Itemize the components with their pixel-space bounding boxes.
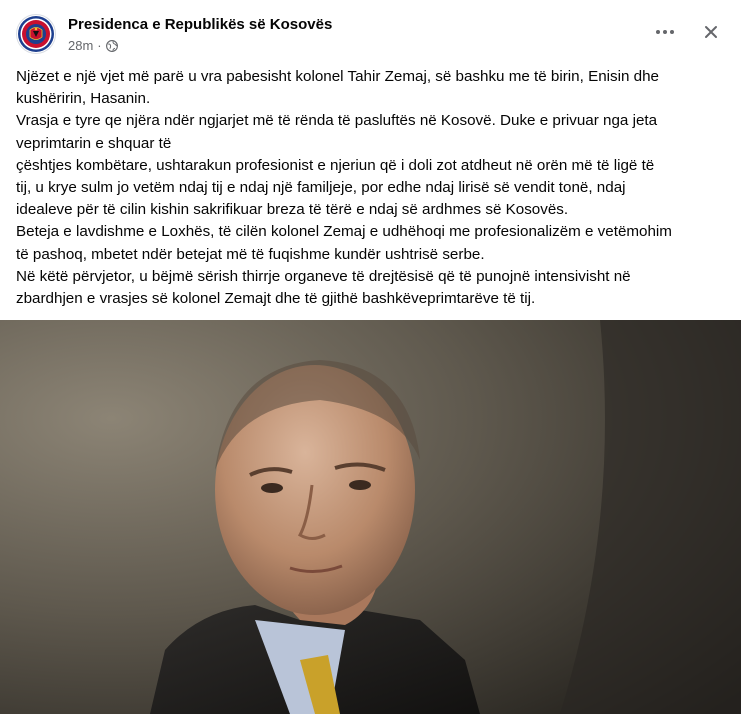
post-text-line: kushëririn, Hasanin. (16, 90, 151, 108)
more-horizontal-icon (656, 30, 674, 34)
post-photo[interactable] (0, 320, 741, 714)
close-icon (705, 26, 717, 38)
post-text-line: zbardhjen e vrasjes së kolonel Zemajt dh… (16, 290, 536, 308)
post-text-line: Beteja e lavdishme e Loxhës, të cilën ko… (16, 223, 672, 241)
post-text-line: Njëzet e një vjet më parë u vra pabesish… (16, 68, 659, 85)
post-text-line: veprimtarin e shquar të (16, 134, 172, 152)
globe-icon[interactable] (105, 39, 118, 52)
meta-separator: · (97, 38, 102, 53)
close-button[interactable] (701, 22, 721, 42)
post-header: Presidenca e Republikës së Kosovës 28m · (0, 0, 741, 62)
page-name[interactable]: Presidenca e Republikës së Kosovës (68, 16, 332, 33)
post-text-line: çështjes kombëtare, ushtarakun profesion… (16, 156, 655, 174)
facebook-post: Presidenca e Republikës së Kosovës 28m · (0, 0, 741, 714)
post-meta: 28m · (68, 38, 118, 53)
post-text-line: Në këtë përvjetor, u bëjmë sërish thirrj… (16, 267, 631, 285)
presidency-seal-icon (18, 16, 54, 52)
post-text: Njëzet e një vjet më parë u vra pabesish… (16, 66, 732, 310)
post-text-line: tij, u krye sulm jo vetëm ndaj tij e nda… (16, 179, 626, 197)
post-text-line: idealeve për të cilin kishin sakrifikuar… (16, 201, 569, 219)
more-options-button[interactable] (653, 22, 677, 42)
post-timestamp[interactable]: 28m (68, 38, 93, 53)
page-avatar[interactable] (16, 14, 56, 54)
post-text-line: të pashoq, mbetet ndër betejat më të fuq… (16, 245, 485, 263)
post-text-line: Vrasja e tyre qe njëra ndër ngjarjet më … (16, 112, 658, 130)
